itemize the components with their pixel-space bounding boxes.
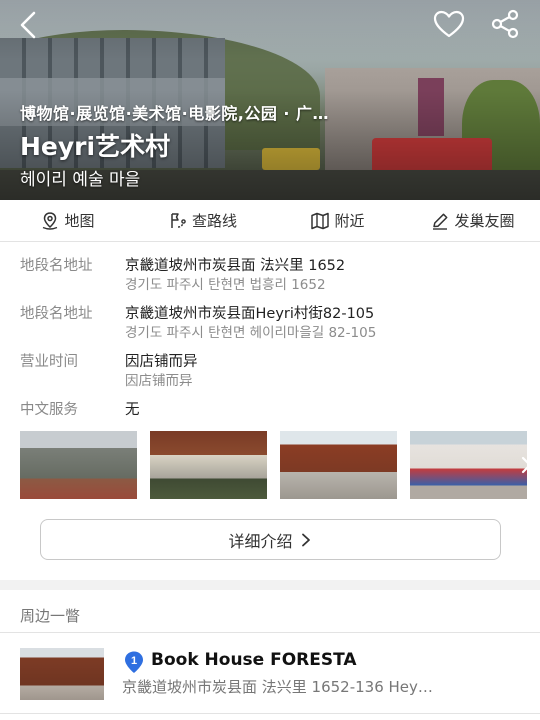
nearby-divider [0, 632, 540, 633]
map-icon [311, 212, 330, 229]
info-value[interactable]: 京畿道坡州市炭县面 法兴里 1652 [125, 256, 540, 276]
photo-strip[interactable] [20, 431, 540, 499]
info-row-hours: 营业时间 因店铺而异 因店铺而异 [0, 352, 540, 391]
info-value: 因店铺而异 [125, 354, 198, 370]
route-action[interactable]: 查路线 [135, 200, 270, 241]
detail-intro-label: 详细介绍 [228, 531, 293, 551]
chevron-right-icon[interactable] [516, 455, 536, 475]
list-divider [0, 713, 540, 714]
nearby-list-item[interactable]: 1 Book House FORESTA 京畿道坡州市炭县面 法兴里 1652-… [20, 648, 520, 700]
info-label: 地段名地址 [20, 258, 93, 274]
map-action-label: 地图 [64, 212, 95, 230]
info-value: 无 [125, 402, 140, 418]
info-label: 中文服务 [20, 402, 78, 418]
route-icon [171, 212, 186, 228]
back-arrow-icon [20, 11, 36, 39]
route-action-label: 查路线 [191, 212, 237, 230]
share-button[interactable] [488, 8, 522, 40]
photo-thumbnail[interactable] [280, 431, 397, 499]
favorite-button[interactable] [432, 8, 466, 40]
rank-number: 1 [131, 655, 137, 667]
action-bar: 地图 查路线 附近 发巢友圈 [0, 200, 540, 242]
info-row-address-2: 地段名地址 京畿道坡州市炭县面Heyri村街82-105 경기도 파주시 탄현면… [0, 304, 540, 343]
photo-thumbnail[interactable] [20, 431, 137, 499]
nearby-section-title: 周边一瞥 [20, 607, 81, 625]
page-title: Heyri艺术村 [20, 132, 171, 161]
info-value[interactable]: 京畿道坡州市炭县面Heyri村街82-105 [125, 304, 540, 324]
detail-intro-button[interactable]: 详细介绍 [40, 519, 501, 560]
map-action[interactable]: 地图 [0, 200, 135, 241]
chevron-right-icon [301, 533, 310, 546]
nearby-action[interactable]: 附近 [270, 200, 405, 241]
info-section: 地段名地址 京畿道坡州市炭县面 法兴里 1652 경기도 파주시 탄현면 법흥리… [0, 242, 540, 429]
info-value-korean: 경기도 파주시 탄현면 헤이리마을길 82-105 [125, 325, 377, 341]
nearby-item-address: 京畿道坡州市炭县面 法兴里 1652-136 Hey… [122, 678, 433, 696]
rank-pin-icon: 1 [125, 651, 143, 673]
post-action[interactable]: 发巢友圈 [405, 200, 540, 241]
map-pin-icon [43, 211, 58, 230]
photo-thumbnail[interactable] [150, 431, 267, 499]
hero-categories: 博物馆·展览馆·美术馆·电影院,公园 · 广… [20, 104, 330, 123]
info-label: 营业时间 [20, 354, 78, 370]
info-row-chinese-service: 中文服务 无 [0, 400, 540, 420]
nearby-action-label: 附近 [334, 212, 365, 230]
back-button[interactable] [14, 10, 44, 40]
info-value-korean: 경기도 파주시 탄현면 법흥리 1652 [125, 277, 326, 293]
info-value-sub: 因店铺而异 [125, 373, 193, 389]
post-action-label: 发巢友圈 [454, 212, 515, 230]
pencil-icon [433, 213, 448, 230]
hero-banner[interactable]: 博物馆·展览馆·美术馆·电影院,公园 · 广… Heyri艺术村 헤이리 예술 … [0, 0, 540, 200]
section-divider [0, 580, 540, 590]
heart-icon [433, 10, 465, 38]
share-icon [491, 9, 519, 39]
nearby-item-name: Book House FORESTA [151, 650, 357, 670]
photo-thumbnail[interactable] [410, 431, 527, 499]
page-subtitle: 헤이리 예술 마을 [20, 170, 141, 190]
info-row-address-1: 地段名地址 京畿道坡州市炭县面 法兴里 1652 경기도 파주시 탄현면 법흥리… [0, 256, 540, 295]
info-label: 地段名地址 [20, 306, 93, 322]
nearby-item-image [20, 648, 104, 700]
